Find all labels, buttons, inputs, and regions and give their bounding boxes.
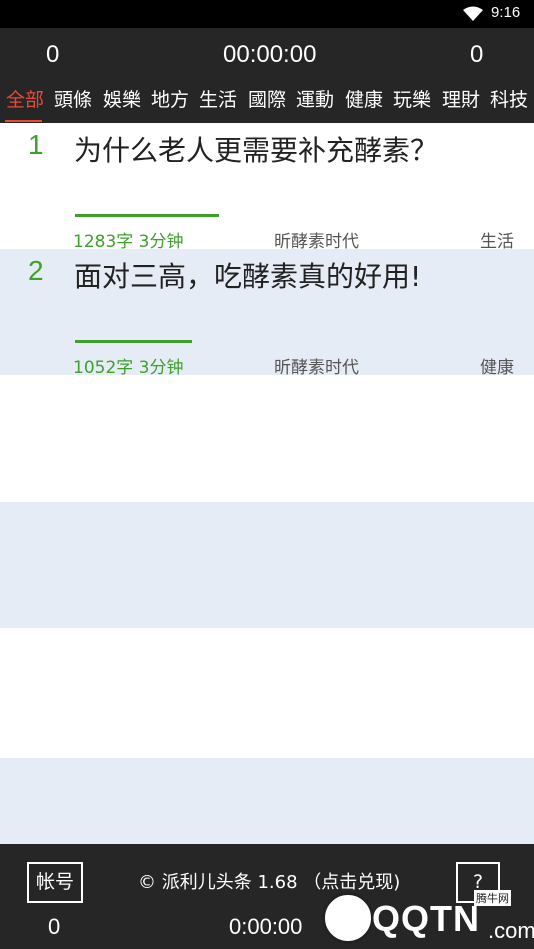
status-time: 9:16 [491,4,521,21]
article-title: 面对三高，吃酵素真的好用! [74,260,422,293]
category-tabs: 全部 頭條 娛樂 地方 生活 國際 運動 健康 玩樂 理財 科技 [0,85,534,121]
read-count-left: 0 [46,41,60,68]
watermark-logo: QQTN 腾牛网 .com [322,888,534,949]
timer-display: 00:00:00 [223,41,317,68]
empty-row [0,502,534,628]
status-bar: 9:16 [0,0,534,28]
watermark-badge: 腾牛网 [474,890,511,906]
article-item-1[interactable]: 1 为什么老人更需要补充酵素？ 1283字 3分钟 昕酵素时代 生活 [0,123,534,252]
empty-row [0,629,534,755]
tab-finance[interactable]: 理財 [442,85,480,112]
tab-health[interactable]: 健康 [345,85,383,112]
tab-entertainment[interactable]: 娛樂 [103,85,141,112]
watermark-star-icon [322,892,374,944]
tab-local[interactable]: 地方 [151,85,189,112]
tab-headlines[interactable]: 頭條 [54,85,92,112]
wifi-icon [463,6,483,26]
article-item-2[interactable]: 2 面对三高，吃酵素真的好用! 1052字 3分钟 昕酵素时代 健康 [0,249,534,378]
watermark-suffix: .com [488,918,534,943]
active-tab-indicator [5,120,42,122]
article-title: 为什么老人更需要补充酵素？ [74,134,439,167]
empty-row [0,375,534,501]
article-index: 1 [28,129,44,160]
tab-all[interactable]: 全部 [6,85,44,112]
tab-life[interactable]: 生活 [199,85,237,112]
tab-sports[interactable]: 運動 [296,85,334,112]
top-bar: 0 00:00:00 0 全部 頭條 娛樂 地方 生活 國際 運動 健康 玩樂 … [0,28,534,123]
tab-tech[interactable]: 科技 [490,85,528,112]
account-button[interactable]: 帐号 [27,862,83,903]
empty-row [0,758,534,844]
footer-count: 0 [48,914,61,939]
article-index: 2 [28,255,44,286]
reading-progress-bar [75,340,192,343]
reading-progress-bar [75,214,219,217]
tab-international[interactable]: 國際 [248,85,286,112]
footer-timer: 0:00:00 [229,914,303,939]
watermark-text: QQTN [372,898,480,939]
read-count-right: 0 [470,41,484,68]
tab-fun[interactable]: 玩樂 [393,85,431,112]
